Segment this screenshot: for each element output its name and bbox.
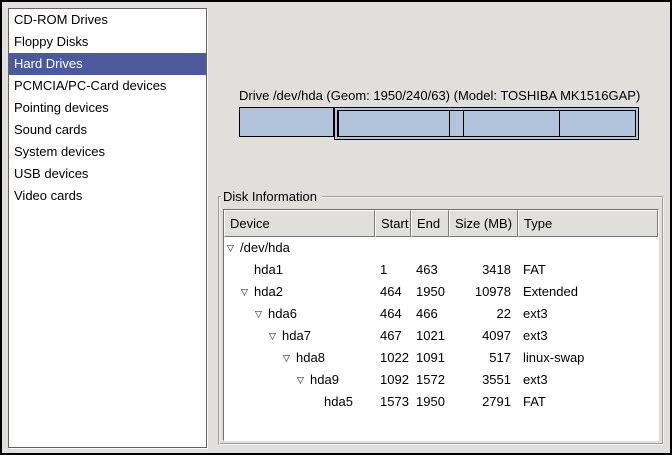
tree-indent bbox=[224, 383, 297, 384]
partition-segment-hda2-extended bbox=[334, 107, 639, 140]
size-cell: 22 bbox=[449, 303, 518, 325]
device-cell: ▽/dev/hda bbox=[224, 237, 375, 259]
device-label: hda1 bbox=[254, 262, 283, 277]
device-cell: ▽hda2 bbox=[224, 281, 375, 303]
size-cell bbox=[449, 237, 518, 259]
sidebar-item-floppy-disks[interactable]: Floppy Disks bbox=[9, 31, 206, 53]
device-cell: hda5 bbox=[224, 391, 375, 413]
column-header-start[interactable]: Start bbox=[375, 210, 411, 237]
drive-title: Drive /dev/hda (Geom: 1950/240/63) (Mode… bbox=[239, 86, 640, 106]
type-cell: FAT bbox=[518, 391, 658, 413]
type-cell bbox=[518, 237, 658, 259]
expander-open-icon[interactable]: ▽ bbox=[297, 369, 310, 391]
tree-indent bbox=[224, 317, 255, 318]
device-label: hda8 bbox=[296, 350, 325, 365]
tree-indent bbox=[224, 295, 241, 296]
size-cell: 2791 bbox=[449, 391, 518, 413]
table-body: ▽/dev/hdahda114633418FAT▽hda246419501097… bbox=[224, 237, 658, 413]
type-cell: Extended bbox=[518, 281, 658, 303]
tree-indent bbox=[224, 339, 269, 340]
sidebar-item-video-cards[interactable]: Video cards bbox=[9, 185, 206, 207]
device-cell: ▽hda9 bbox=[224, 369, 375, 391]
tree-indent bbox=[224, 361, 283, 362]
expander-open-icon[interactable]: ▽ bbox=[241, 281, 254, 303]
size-cell: 10978 bbox=[449, 281, 518, 303]
start-cell: 464 bbox=[375, 281, 411, 303]
device-cell: hda1 bbox=[224, 259, 375, 281]
end-cell: 1572 bbox=[411, 369, 449, 391]
start-cell: 467 bbox=[375, 325, 411, 347]
size-cell: 4097 bbox=[449, 325, 518, 347]
size-cell: 3418 bbox=[449, 259, 518, 281]
start-cell: 1 bbox=[375, 259, 411, 281]
table-row-hda2[interactable]: ▽hda2464195010978Extended bbox=[224, 281, 658, 303]
type-cell: ext3 bbox=[518, 369, 658, 391]
device-label: hda2 bbox=[254, 284, 283, 299]
sidebar-item-cd-rom-drives[interactable]: CD-ROM Drives bbox=[9, 9, 206, 31]
expander-open-icon[interactable]: ▽ bbox=[227, 237, 240, 259]
device-category-list: CD-ROM DrivesFloppy DisksHard DrivesPCMC… bbox=[8, 8, 207, 448]
end-cell: 463 bbox=[411, 259, 449, 281]
column-header-type[interactable]: Type bbox=[518, 210, 658, 237]
start-cell: 464 bbox=[375, 303, 411, 325]
size-cell: 3551 bbox=[449, 369, 518, 391]
device-label: /dev/hda bbox=[240, 240, 290, 255]
table-row-hda1[interactable]: hda1 14633418FAT bbox=[224, 259, 658, 281]
logical-partition-segment-hda9 bbox=[464, 111, 560, 136]
table-row-hda7[interactable]: ▽hda746710214097ext3 bbox=[224, 325, 658, 347]
device-label: hda9 bbox=[310, 372, 339, 387]
start-cell: 1092 bbox=[375, 369, 411, 391]
sidebar-item-hard-drives[interactable]: Hard Drives bbox=[9, 53, 206, 75]
sidebar-item-pointing-devices[interactable]: Pointing devices bbox=[9, 97, 206, 119]
table-row-hda6[interactable]: ▽hda646446622ext3 bbox=[224, 303, 658, 325]
end-cell bbox=[411, 237, 449, 259]
device-label: hda6 bbox=[268, 306, 297, 321]
partition-bar bbox=[239, 107, 639, 137]
start-cell bbox=[375, 237, 411, 259]
tree-indent bbox=[224, 405, 311, 406]
logical-partition-segment-hda7 bbox=[339, 111, 450, 136]
column-header-end[interactable]: End bbox=[411, 210, 449, 237]
column-header-device[interactable]: Device bbox=[224, 210, 375, 237]
device-cell: ▽hda8 bbox=[224, 347, 375, 369]
type-cell: ext3 bbox=[518, 325, 658, 347]
table-row-hda8[interactable]: ▽hda810221091517linux-swap bbox=[224, 347, 658, 369]
table-row-hda5[interactable]: hda5 157319502791FAT bbox=[224, 391, 658, 413]
sidebar-item-usb-devices[interactable]: USB devices bbox=[9, 163, 206, 185]
partition-segment-hda1 bbox=[239, 107, 334, 137]
expander-open-icon[interactable]: ▽ bbox=[255, 303, 268, 325]
end-cell: 1091 bbox=[411, 347, 449, 369]
disk-information-frame: Disk Information DeviceStartEndSize (MB)… bbox=[218, 196, 664, 445]
type-cell: FAT bbox=[518, 259, 658, 281]
end-cell: 1950 bbox=[411, 281, 449, 303]
disk-info-table: DeviceStartEndSize (MB)Type ▽/dev/hdahda… bbox=[223, 209, 659, 441]
device-cell: ▽hda7 bbox=[224, 325, 375, 347]
tree-indent bbox=[224, 273, 241, 274]
type-cell: linux-swap bbox=[518, 347, 658, 369]
end-cell: 466 bbox=[411, 303, 449, 325]
expander-open-icon[interactable]: ▽ bbox=[283, 347, 296, 369]
sidebar-item-pcmcia-pc-card-devices[interactable]: PCMCIA/PC-Card devices bbox=[9, 75, 206, 97]
sidebar-item-system-devices[interactable]: System devices bbox=[9, 141, 206, 163]
column-header-size-mb[interactable]: Size (MB) bbox=[449, 210, 518, 237]
end-cell: 1021 bbox=[411, 325, 449, 347]
expander-open-icon[interactable]: ▽ bbox=[269, 325, 282, 347]
type-cell: ext3 bbox=[518, 303, 658, 325]
disk-information-label: Disk Information bbox=[221, 189, 322, 205]
device-label: hda5 bbox=[324, 394, 353, 409]
logical-partitions-box bbox=[337, 110, 636, 137]
end-cell: 1950 bbox=[411, 391, 449, 413]
device-cell: ▽hda6 bbox=[224, 303, 375, 325]
table-row-hda9[interactable]: ▽hda9109215723551ext3 bbox=[224, 369, 658, 391]
logical-partition-segment-hda8 bbox=[450, 111, 464, 136]
logical-partition-segment-hda5 bbox=[560, 111, 636, 136]
start-cell: 1022 bbox=[375, 347, 411, 369]
hardware-browser-window: CD-ROM DrivesFloppy DisksHard DrivesPCMC… bbox=[0, 0, 672, 455]
table-row-dev-hda[interactable]: ▽/dev/hda bbox=[224, 237, 658, 259]
start-cell: 1573 bbox=[375, 391, 411, 413]
table-header-row: DeviceStartEndSize (MB)Type bbox=[224, 210, 658, 237]
size-cell: 517 bbox=[449, 347, 518, 369]
device-label: hda7 bbox=[282, 328, 311, 343]
sidebar-item-sound-cards[interactable]: Sound cards bbox=[9, 119, 206, 141]
